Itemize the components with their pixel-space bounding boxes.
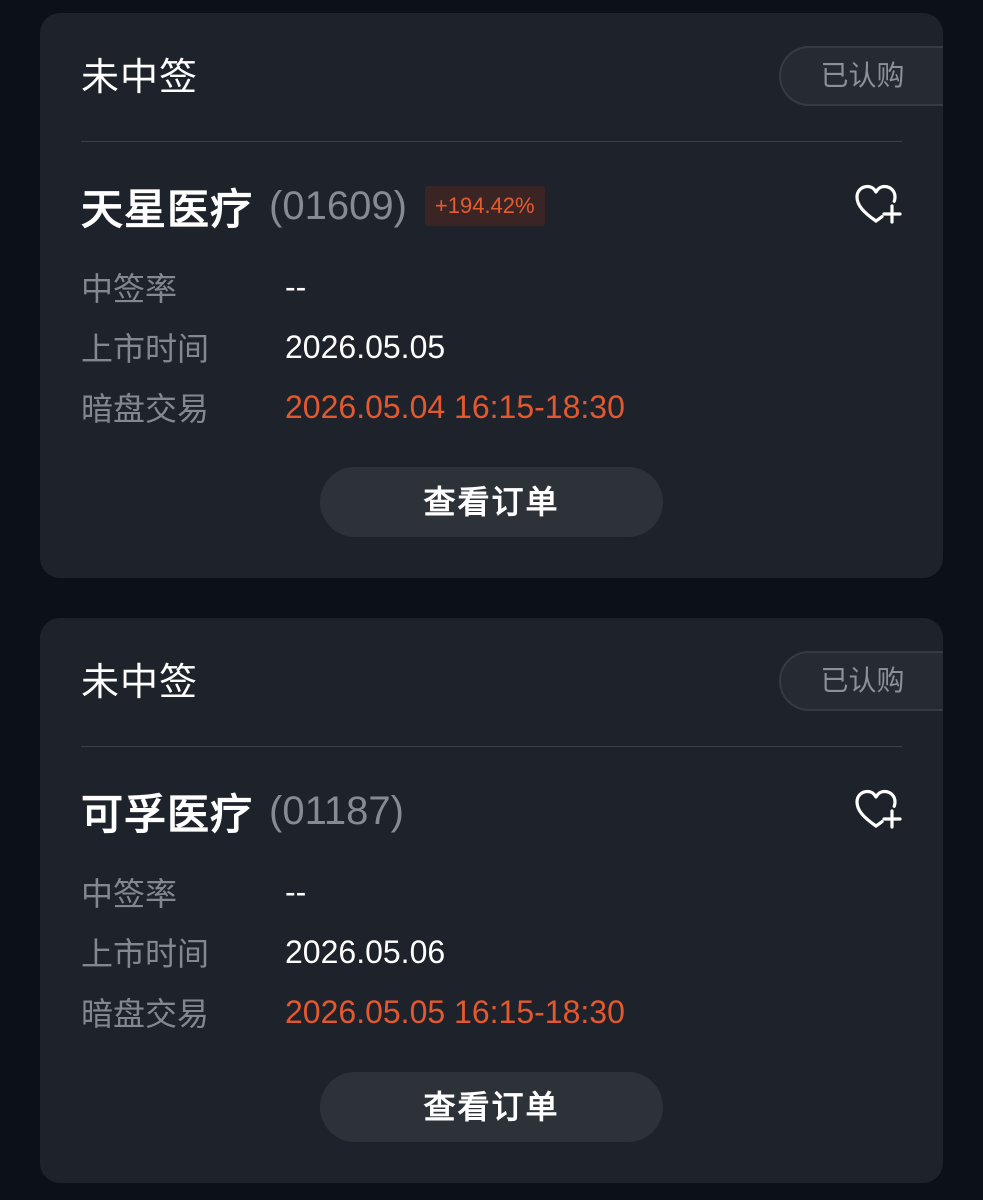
info-value: 2026.05.05 16:15-18:30 [285, 993, 625, 1030]
allotment-status: 未中签 [81, 660, 199, 704]
allotment-status: 未中签 [81, 55, 199, 99]
stock-title-row: 可孚医疗 (01187) [81, 783, 404, 839]
info-value: 2026.05.06 [285, 933, 446, 970]
view-order-button[interactable]: 查看订单 [320, 1072, 663, 1142]
info-value: -- [285, 873, 307, 910]
info-label: 上市时间 [81, 935, 210, 973]
heart-plus-icon[interactable] [853, 788, 903, 832]
view-order-button[interactable]: 查看订单 [320, 467, 663, 537]
info-label: 暗盘交易 [81, 995, 210, 1033]
info-row-allotment-rate: 中签率 -- [81, 870, 306, 914]
info-row-listing-date: 上市时间 2026.05.06 [81, 930, 445, 974]
info-row-allotment-rate: 中签率 -- [81, 265, 306, 309]
info-row-listing-date: 上市时间 2026.05.05 [81, 325, 445, 369]
stock-name: 可孚医疗 [81, 789, 254, 839]
subscribed-badge: 已认购 [779, 651, 943, 711]
subscribed-badge: 已认购 [779, 46, 943, 106]
divider [81, 746, 902, 747]
info-label: 上市时间 [81, 330, 210, 368]
divider [81, 141, 902, 142]
info-value: -- [285, 268, 307, 305]
stock-code: (01187) [269, 788, 404, 833]
price-change-badge: +194.42% [424, 186, 545, 226]
stock-name: 天星医疗 [81, 184, 254, 234]
ipo-card: 未中签 已认购 可孚医疗 (01187) 中签率 -- 上市时间 2026.05… [40, 618, 943, 1183]
stock-code: (01609) [269, 183, 407, 228]
info-value: 2026.05.04 16:15-18:30 [285, 388, 625, 425]
info-row-grey-market: 暗盘交易 2026.05.05 16:15-18:30 [81, 990, 625, 1034]
info-row-grey-market: 暗盘交易 2026.05.04 16:15-18:30 [81, 385, 625, 429]
stock-title-row: 天星医疗 (01609) +194.42% [81, 178, 545, 234]
info-value: 2026.05.05 [285, 328, 446, 365]
ipo-result-list: 未中签 已认购 天星医疗 (01609) +194.42% 中签率 -- 上市时… [0, 0, 983, 1200]
heart-plus-icon[interactable] [853, 183, 903, 227]
info-label: 中签率 [81, 875, 178, 913]
info-label: 暗盘交易 [81, 390, 210, 428]
ipo-card: 未中签 已认购 天星医疗 (01609) +194.42% 中签率 -- 上市时… [40, 13, 943, 578]
info-label: 中签率 [81, 270, 178, 308]
